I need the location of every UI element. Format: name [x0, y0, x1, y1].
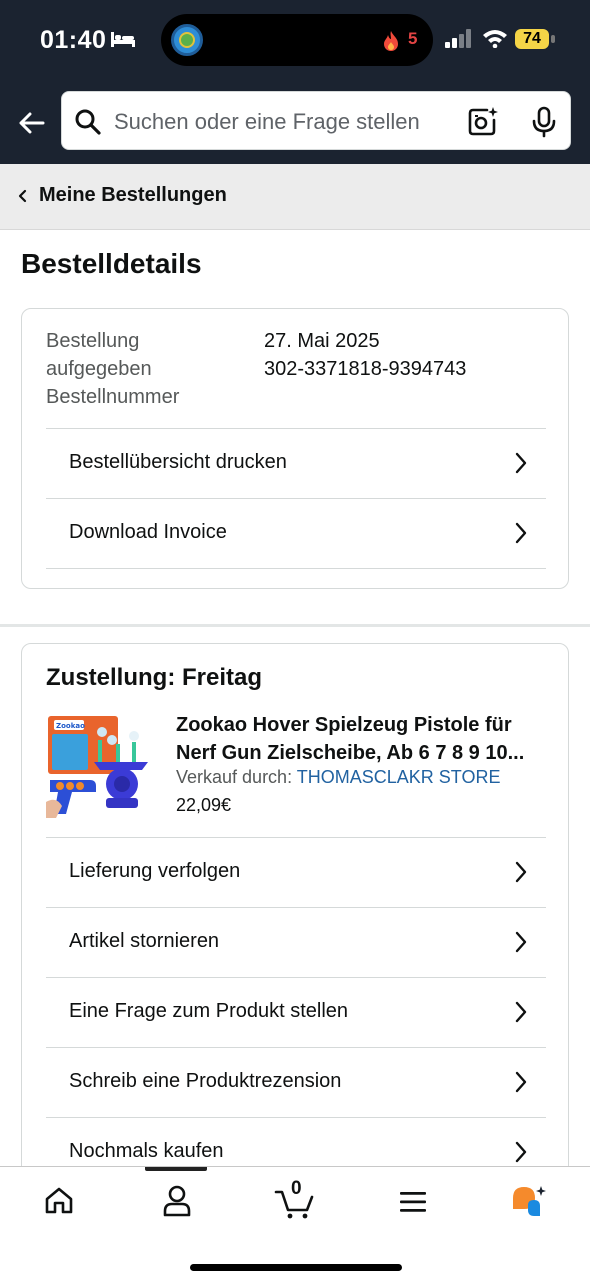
breadcrumb-label[interactable]: Meine Bestellungen: [39, 184, 227, 207]
download-invoice-row[interactable]: Download Invoice: [46, 498, 546, 569]
row-label: Lieferung verfolgen: [69, 860, 241, 882]
chevron-left-icon: [18, 189, 27, 203]
order-label-line2: aufgegeben: [46, 358, 152, 380]
row-label: Eine Frage zum Produkt stellen: [69, 1000, 349, 1022]
row-label: Bestellübersicht drucken: [69, 451, 287, 473]
order-label-line1: Bestellung: [46, 330, 140, 352]
chevron-right-icon: [515, 931, 527, 953]
shipment-card: Zustellung: Freitag Zookao Zookao Hover …: [21, 643, 569, 1203]
row-label: Schreib eine Produktrezension: [69, 1070, 342, 1092]
section-divider: [0, 624, 590, 627]
seller-link[interactable]: THOMASCLAKR STORE: [297, 767, 501, 787]
chevron-right-icon: [515, 861, 527, 883]
bottom-navigation: 0: [0, 1166, 590, 1280]
home-icon[interactable]: [44, 1185, 74, 1215]
seller-info: Verkauf durch: THOMASCLAKR STORE: [176, 767, 500, 788]
ask-product-question-row[interactable]: Eine Frage zum Produkt stellen: [46, 977, 546, 1048]
cancel-item-row[interactable]: Artikel stornieren: [46, 907, 546, 978]
search-icon: [75, 109, 101, 135]
active-tab-indicator: [145, 1167, 207, 1171]
product-title[interactable]: Zookao Hover Spielzeug Pistole für Nerf …: [176, 711, 546, 767]
order-date: 27. Mai 2025: [264, 330, 380, 352]
row-label: Artikel stornieren: [69, 930, 220, 952]
chevron-right-icon: [515, 452, 527, 474]
product-price: 22,09€: [176, 795, 232, 815]
rufus-assistant-icon[interactable]: [510, 1183, 548, 1219]
search-input[interactable]: Suchen oder eine Frage stellen: [114, 109, 420, 135]
page-title: Bestelldetails: [21, 248, 202, 279]
product-title-line2: Nerf Gun Zielscheibe, Ab 6 7 8 9 10...: [176, 742, 525, 764]
cellular-signal-icon: [445, 29, 471, 48]
row-label: Nochmals kaufen: [69, 1140, 224, 1162]
live-activity-icon: [171, 24, 203, 56]
shipment-heading: Zustellung: Freitag: [46, 664, 262, 691]
flame-icon: [384, 31, 398, 51]
battery-tip: [551, 35, 555, 43]
cart-icon[interactable]: [274, 1189, 314, 1219]
track-delivery-row[interactable]: Lieferung verfolgen: [46, 837, 546, 908]
card-bottom-divider: [46, 568, 546, 570]
battery-indicator: 74: [515, 29, 549, 49]
menu-icon[interactable]: [399, 1191, 427, 1213]
streak-count: 5: [408, 29, 418, 48]
wifi-icon: [483, 30, 507, 48]
chevron-right-icon: [515, 1001, 527, 1023]
row-label: Download Invoice: [69, 521, 227, 543]
app-header: 01:40 5 74 Suchen oder eine Frage stelle…: [0, 0, 590, 164]
search-bar[interactable]: Suchen oder eine Frage stellen: [61, 91, 571, 150]
microphone-icon[interactable]: [530, 106, 558, 138]
home-indicator: [190, 1264, 402, 1271]
breadcrumb[interactable]: Meine Bestellungen: [0, 164, 590, 230]
camera-search-icon[interactable]: [467, 106, 499, 138]
back-arrow-icon[interactable]: [16, 108, 46, 138]
seller-prefix: Verkauf durch:: [176, 767, 293, 787]
chevron-right-icon: [515, 1141, 527, 1163]
status-time: 01:40: [40, 26, 107, 54]
chevron-right-icon: [515, 522, 527, 544]
order-info-card: Bestellung aufgegeben Bestellnummer 27. …: [21, 308, 569, 589]
account-icon[interactable]: [162, 1185, 192, 1217]
print-order-summary-row[interactable]: Bestellübersicht drucken: [46, 428, 546, 499]
svg-text:Zookao: Zookao: [56, 722, 85, 730]
order-number: 302-3371818-9394743: [264, 358, 467, 380]
product-image[interactable]: Zookao: [46, 710, 152, 818]
order-number-label: Bestellnummer: [46, 386, 180, 408]
write-review-row[interactable]: Schreib eine Produktrezension: [46, 1047, 546, 1118]
chevron-right-icon: [515, 1071, 527, 1093]
product-title-line1: Zookao Hover Spielzeug Pistole für: [176, 714, 512, 736]
sleep-focus-icon: [111, 32, 135, 47]
